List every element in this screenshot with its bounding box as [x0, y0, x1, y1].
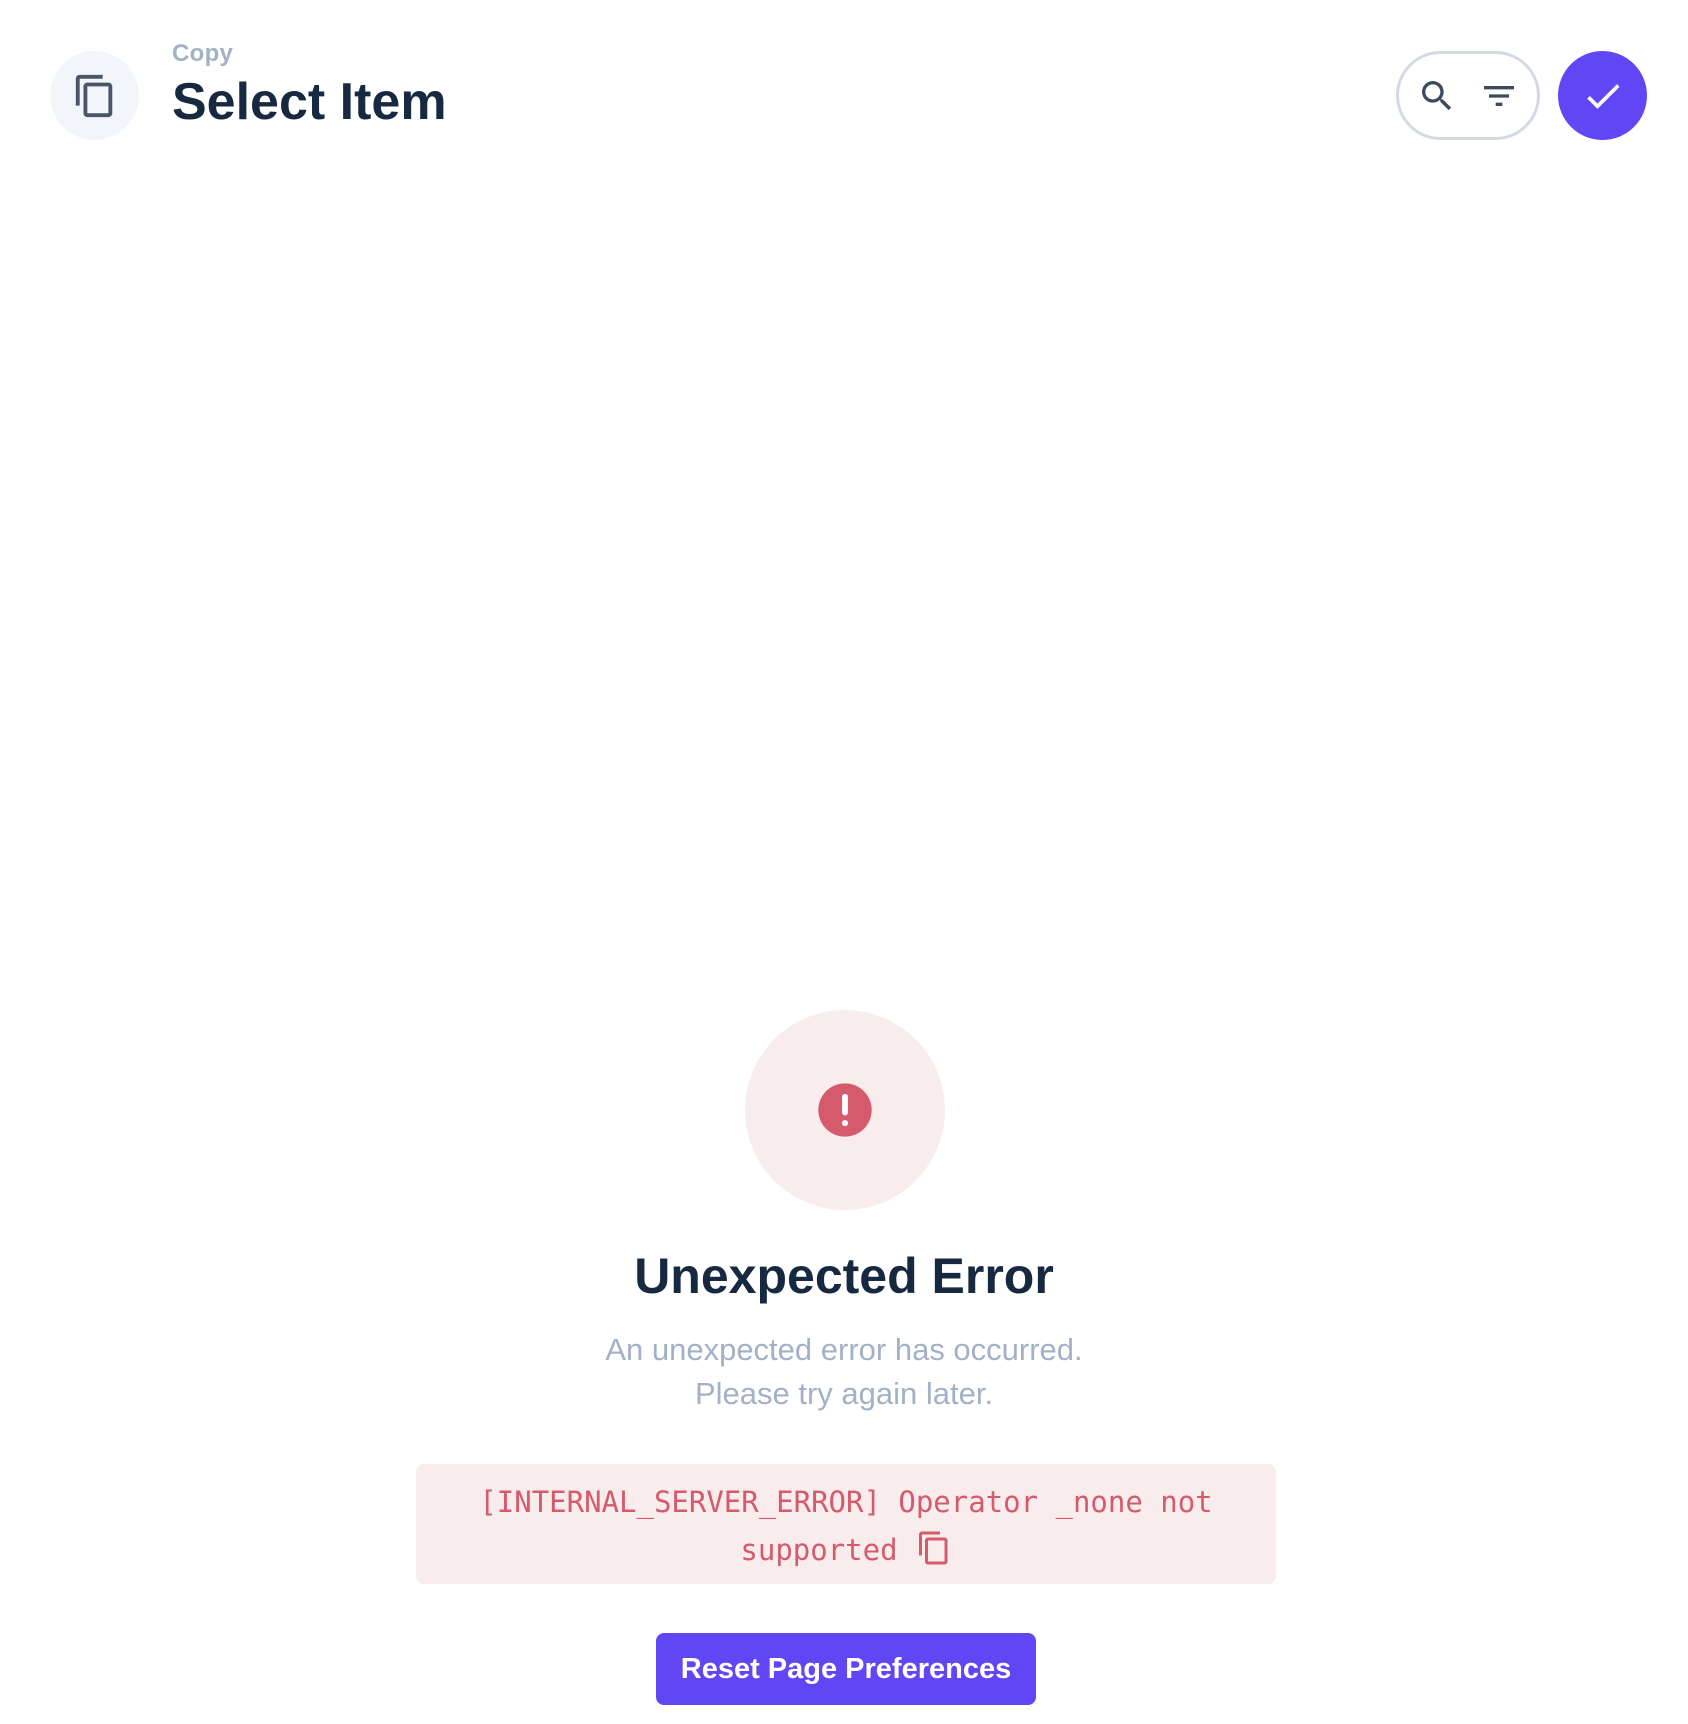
- filter-icon[interactable]: [1479, 76, 1519, 116]
- header: Copy Select Item: [0, 0, 1688, 160]
- header-text: Copy Select Item: [172, 40, 447, 132]
- confirm-button[interactable]: [1558, 51, 1647, 140]
- error-message: An unexpected error has occurred. Please…: [0, 1328, 1688, 1416]
- copy-error-button[interactable]: [916, 1530, 952, 1566]
- error-code-box: [INTERNAL_SERVER_ERROR] Operator _none n…: [416, 1464, 1276, 1584]
- header-copy-icon: [50, 51, 139, 140]
- breadcrumb: Copy: [172, 40, 234, 67]
- reset-page-preferences-button[interactable]: Reset Page Preferences: [656, 1633, 1036, 1705]
- error-message-line: An unexpected error has occurred.: [605, 1332, 1083, 1367]
- error-icon-container: [745, 1010, 945, 1210]
- error-message-line: Please try again later.: [694, 1376, 994, 1411]
- copy-icon: [75, 74, 112, 117]
- search-filter-toggle[interactable]: [1396, 51, 1540, 140]
- error-code: [INTERNAL_SERVER_ERROR] Operator _none n…: [479, 1485, 1213, 1567]
- page-title: Select Item: [172, 73, 447, 131]
- search-icon[interactable]: [1417, 76, 1457, 116]
- alert-circle-icon: [818, 1083, 872, 1137]
- page: Copy Select Item Unexpected Error An une…: [0, 0, 1688, 1724]
- error-title: Unexpected Error: [634, 1248, 1054, 1304]
- copy-icon[interactable]: [916, 1530, 952, 1566]
- check-icon: [1586, 83, 1619, 109]
